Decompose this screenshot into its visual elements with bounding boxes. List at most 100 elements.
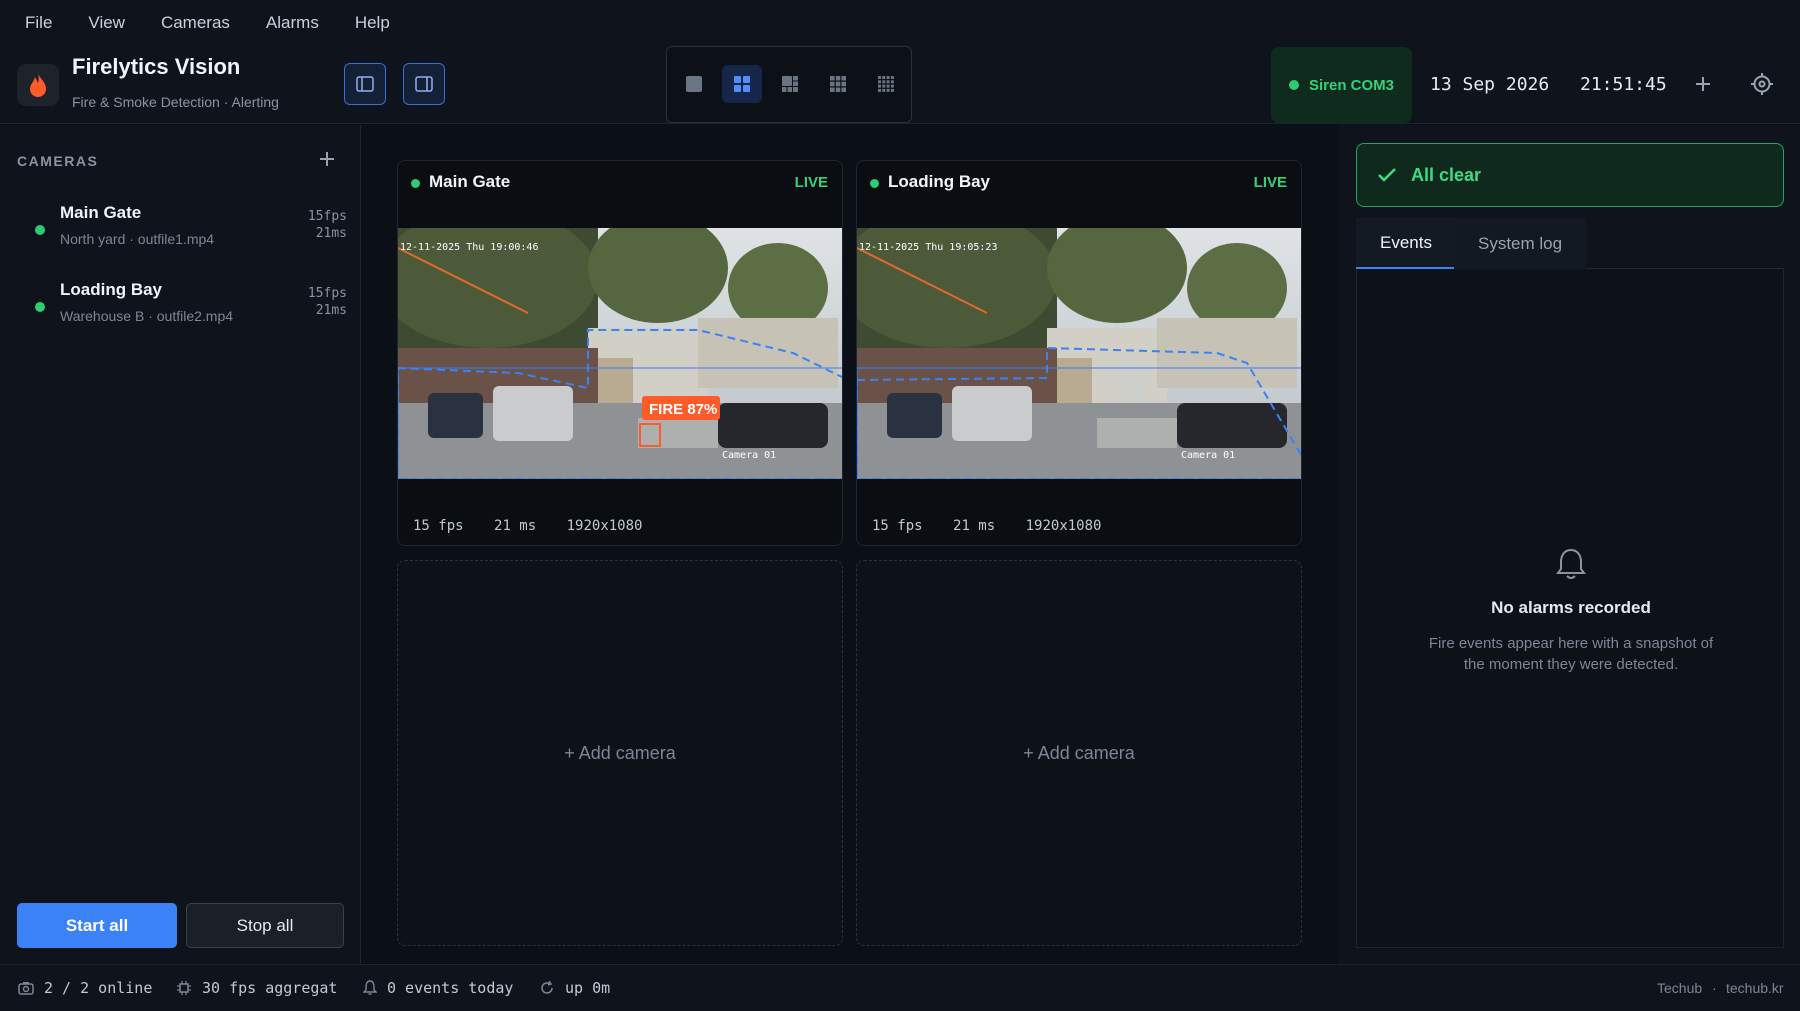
refresh-icon: [541, 980, 553, 994]
header-date: 13 Sep 2026: [1430, 74, 1550, 95]
camera-tile-title: Loading Bay: [888, 172, 991, 191]
bell-icon: [363, 980, 377, 995]
online-count-text: 2 / 2 online: [44, 979, 153, 997]
layout-3x3-button[interactable]: [818, 65, 858, 103]
app-subtitle: Fire & Smoke Detection · Alerting: [72, 94, 279, 110]
online-status-dot: [35, 302, 45, 312]
stop-all-button[interactable]: Stop all: [186, 903, 344, 948]
camera-feed-image: 12-11-2025 Thu 19:05:23 Camera 01: [857, 228, 1301, 479]
camera-fps: 15fps: [307, 209, 347, 224]
grid-9-icon: [830, 76, 846, 92]
camera-stats: 15 fps 21 ms 1920x1080: [413, 518, 664, 534]
live-status-dot: [870, 179, 879, 188]
empty-state-title: No alarms recorded: [1491, 598, 1651, 617]
camera-fps: 15fps: [307, 286, 347, 301]
start-all-button[interactable]: Start all: [17, 903, 177, 948]
camera-tile-title: Main Gate: [429, 172, 511, 191]
online-count: 2 / 2 online: [18, 979, 152, 997]
events-list: No alarms recorded Fire events appear he…: [1356, 270, 1784, 948]
grid-1-icon: [686, 76, 702, 92]
camera-feed-image: FIRE 87% 12-11-2025 Thu 19:00:46 Camera …: [398, 228, 842, 479]
menu-alarms[interactable]: Alarms: [266, 13, 319, 33]
menu-file[interactable]: File: [25, 13, 52, 33]
camera-feed[interactable]: FIRE 87% 12-11-2025 Thu 19:00:46 Camera …: [398, 228, 842, 479]
crosshair-icon: [1751, 73, 1773, 95]
sidebar-right-icon: [415, 76, 433, 92]
camera-tile[interactable]: Loading Bay LIVE 12-11-2025 Thu 19:05:23…: [856, 160, 1302, 546]
feed-camera-overlay: Camera 01: [1181, 450, 1235, 461]
camera-source: North yard · outfile1.mp4: [60, 231, 215, 247]
camera-source: Warehouse B · outfile2.mp4: [60, 308, 234, 324]
stat-resolution: 1920x1080: [1025, 518, 1102, 534]
camera-feed[interactable]: 12-11-2025 Thu 19:05:23 Camera 01: [857, 228, 1301, 479]
brand-site-link[interactable]: techub.kr: [1726, 980, 1784, 996]
toggle-right-panel-button[interactable]: [403, 63, 445, 105]
layout-4x4-button[interactable]: [866, 65, 906, 103]
camera-name: Main Gate: [60, 203, 142, 222]
grid-feature-icon: [782, 76, 798, 92]
add-camera-button[interactable]: [313, 145, 341, 173]
camera-stats: 15 fps 21 ms 1920x1080: [872, 518, 1123, 534]
sidebar-left-icon: [356, 76, 374, 92]
stat-latency: 21 ms: [953, 518, 996, 534]
app-logo: [17, 64, 59, 106]
events-panel: All clear Events System log No alarms re…: [1338, 125, 1800, 964]
online-status-dot: [35, 225, 45, 235]
stat-fps: 15 fps: [872, 518, 923, 534]
camera-latency: 21ms: [315, 303, 347, 318]
menu-help[interactable]: Help: [355, 13, 390, 33]
grid-16-icon: [878, 76, 894, 92]
toggle-left-panel-button[interactable]: [344, 63, 386, 105]
tab-system-log[interactable]: System log: [1454, 218, 1587, 269]
status-bar: 2 / 2 online 30 fps aggregat 0 events to…: [0, 964, 1800, 1011]
alarm-status-text: All clear: [1411, 164, 1482, 185]
plus-icon: [1696, 77, 1710, 91]
siren-status[interactable]: Siren COM3: [1271, 47, 1412, 123]
add-camera-label: + Add camera: [1023, 742, 1135, 763]
tab-events[interactable]: Events: [1356, 218, 1456, 269]
stat-latency: 21 ms: [494, 518, 537, 534]
uptime: up 0m: [539, 979, 610, 997]
live-badge: LIVE: [794, 174, 828, 191]
brand-name: Techub: [1657, 980, 1703, 996]
camera-list-item[interactable]: Main Gate North yard · outfile1.mp4 15fp…: [17, 197, 347, 261]
layout-2x2-button[interactable]: [722, 65, 762, 103]
camera-tile[interactable]: Main Gate LIVE FIRE 87% 12-11-2025 Thu 1…: [397, 160, 843, 546]
flame-icon: [30, 73, 46, 97]
settings-button[interactable]: [1746, 68, 1778, 100]
menu-bar: File View Cameras Alarms Help: [0, 0, 1800, 46]
app-title: Firelytics Vision: [72, 54, 241, 79]
stat-fps: 15 fps: [413, 518, 464, 534]
feed-timestamp-overlay: 12-11-2025 Thu 19:05:23: [859, 242, 997, 253]
check-icon: [1378, 168, 1396, 182]
camera-list-item[interactable]: Loading Bay Warehouse B · outfile2.mp4 1…: [17, 274, 347, 338]
add-camera-label: + Add camera: [564, 742, 676, 763]
fire-detection-label: FIRE 87%: [649, 401, 717, 418]
header-time: 21:51:45: [1580, 74, 1667, 95]
menu-cameras[interactable]: Cameras: [161, 13, 230, 33]
add-camera-slot[interactable]: + Add camera: [397, 560, 843, 946]
camera-grid: Main Gate LIVE FIRE 87% 12-11-2025 Thu 1…: [362, 125, 1337, 964]
siren-label: Siren COM3: [1308, 76, 1395, 94]
siren-status-dot: [1288, 80, 1299, 90]
camera-latency: 21ms: [315, 226, 347, 241]
plus-icon: [320, 152, 334, 166]
alarm-status-banner: All clear: [1356, 143, 1784, 207]
layout-1plus5-button[interactable]: [770, 65, 810, 103]
events-today: 0 events today: [363, 979, 513, 997]
layout-1x1-button[interactable]: [674, 65, 714, 103]
cpu-icon: [177, 981, 191, 995]
cameras-heading: CAMERAS: [17, 153, 99, 169]
brand-separator: ·: [1712, 980, 1717, 996]
live-status-dot: [411, 179, 420, 188]
camera-icon: [18, 982, 34, 995]
add-button[interactable]: [1687, 68, 1719, 100]
camera-name: Loading Bay: [60, 280, 163, 299]
uptime-text: up 0m: [565, 979, 611, 997]
live-badge: LIVE: [1253, 174, 1287, 191]
add-camera-slot[interactable]: + Add camera: [856, 560, 1302, 946]
aggregate-fps: 30 fps aggregat: [176, 979, 337, 997]
menu-view[interactable]: View: [88, 13, 125, 33]
events-today-text: 0 events today: [387, 979, 514, 997]
grid-4-icon: [734, 76, 750, 92]
